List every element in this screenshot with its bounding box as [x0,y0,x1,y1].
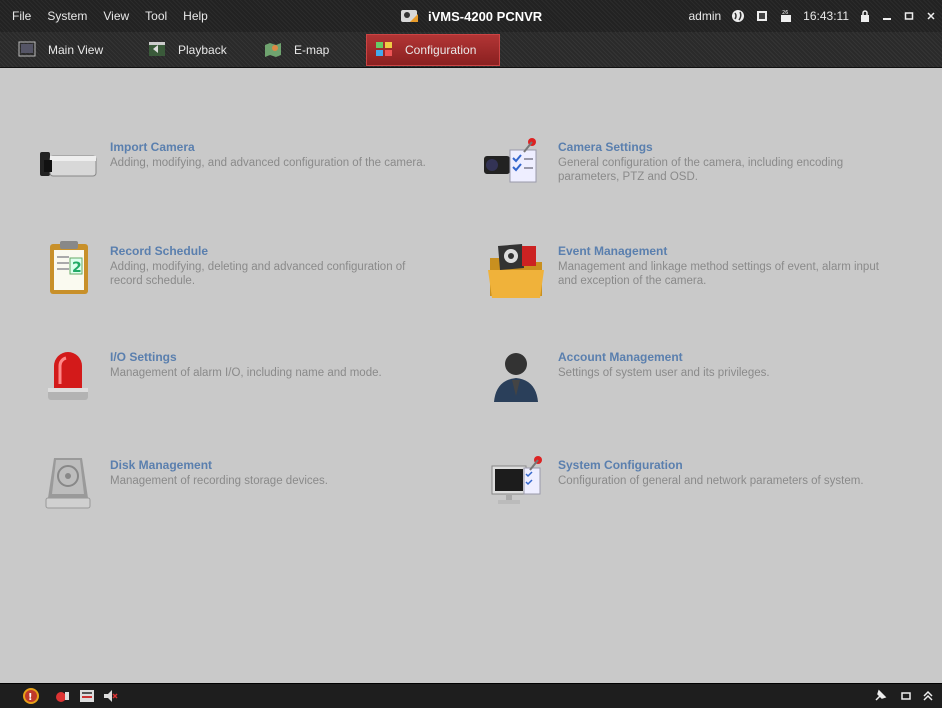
card-title[interactable]: Account Management [558,350,858,364]
minimize-icon[interactable] [878,8,896,24]
event-list-icon[interactable] [79,688,95,704]
cpu-icon [755,9,769,23]
alarm-light-icon [36,344,100,408]
computer-icon [484,452,548,516]
tab-configuration[interactable]: Configuration [366,34,500,66]
card-description: Settings of system user and its privileg… [558,367,770,379]
menu-bar: File System View Tool Help [4,0,216,32]
svg-text:!: ! [28,692,33,703]
card-description: General configuration of the camera, inc… [558,157,844,183]
tab-main-view[interactable]: Main View [18,34,118,66]
card-event-management[interactable]: Event Management Management and linkage … [484,238,888,302]
card-import-camera[interactable]: Import Camera Adding, modifying, and adv… [36,134,430,198]
card-title[interactable]: Import Camera [110,140,430,154]
app-title-text: iVMS-4200 PCNVR [428,8,543,24]
window-icon[interactable] [898,688,914,704]
menu-system[interactable]: System [39,9,95,23]
folder-icon [484,238,548,302]
card-description: Management and linkage method settings o… [558,261,879,287]
grid-icon [375,41,405,60]
card-description: Management of recording storage devices. [110,475,328,487]
card-disk-management[interactable]: Disk Management Management of recording … [36,452,410,516]
menu-view[interactable]: View [95,9,137,23]
card-description: Adding, modifying, and advanced configur… [110,157,426,169]
close-icon[interactable] [922,8,940,24]
card-title[interactable]: System Configuration [558,458,898,472]
app-logo-icon [400,7,420,25]
menu-tool[interactable]: Tool [137,9,175,23]
network-icon: 26 [779,9,793,23]
card-system-configuration[interactable]: System Configuration Configuration of ge… [484,452,898,516]
clock-time: 16:43:11 [803,9,849,23]
expand-up-icon[interactable] [920,688,936,704]
bottom-status-bar: ! [0,683,942,708]
title-bar: File System View Tool Help iVMS-4200 PCN… [0,0,942,32]
svg-text:2: 2 [72,260,82,276]
card-description: Management of alarm I/O, including name … [110,367,382,379]
lock-icon[interactable] [856,8,874,24]
disk-icon [36,452,100,516]
card-account-management[interactable]: Account Management Settings of system us… [484,344,858,408]
tab-playback[interactable]: Playback [148,34,248,66]
menu-help[interactable]: Help [175,9,216,23]
user-icon [484,344,548,408]
configuration-panel: Import Camera Adding, modifying, and adv… [8,68,942,683]
card-title[interactable]: Camera Settings [558,140,858,154]
app-title: iVMS-4200 PCNVR [400,0,542,32]
mute-icon[interactable] [102,688,118,704]
camera-settings-icon [484,134,548,198]
username[interactable]: admin [688,9,721,23]
tab-bar: Main View Playback E-map Configuration [0,32,942,68]
alarm-sound-icon[interactable] [55,688,71,704]
card-io-settings[interactable]: I/O Settings Management of alarm I/O, in… [36,344,430,408]
svg-text:26: 26 [782,10,788,16]
card-title[interactable]: Event Management [558,244,888,258]
alarm-warning-icon[interactable]: ! [22,687,40,705]
map-icon [264,41,294,60]
card-title[interactable]: Record Schedule [110,244,410,258]
menu-file[interactable]: File [4,9,39,23]
globe-icon[interactable] [731,9,745,23]
card-title[interactable]: Disk Management [110,458,410,472]
card-title[interactable]: I/O Settings [110,350,430,364]
monitor-icon [18,41,48,60]
status-area: admin 26 16:43:11 [683,0,942,32]
card-description: Adding, modifying, deleting and advanced… [110,261,406,287]
card-record-schedule[interactable]: 2 Record Schedule Adding, modifying, del… [36,238,410,302]
card-camera-settings[interactable]: Camera Settings General configuration of… [484,134,858,198]
pin-icon[interactable] [872,688,888,704]
tab-e-map[interactable]: E-map [264,34,354,66]
playback-icon [148,41,178,60]
clipboard-icon: 2 [36,238,100,302]
maximize-icon[interactable] [900,8,918,24]
card-description: Configuration of general and network par… [558,475,864,487]
camera-icon [36,134,100,198]
